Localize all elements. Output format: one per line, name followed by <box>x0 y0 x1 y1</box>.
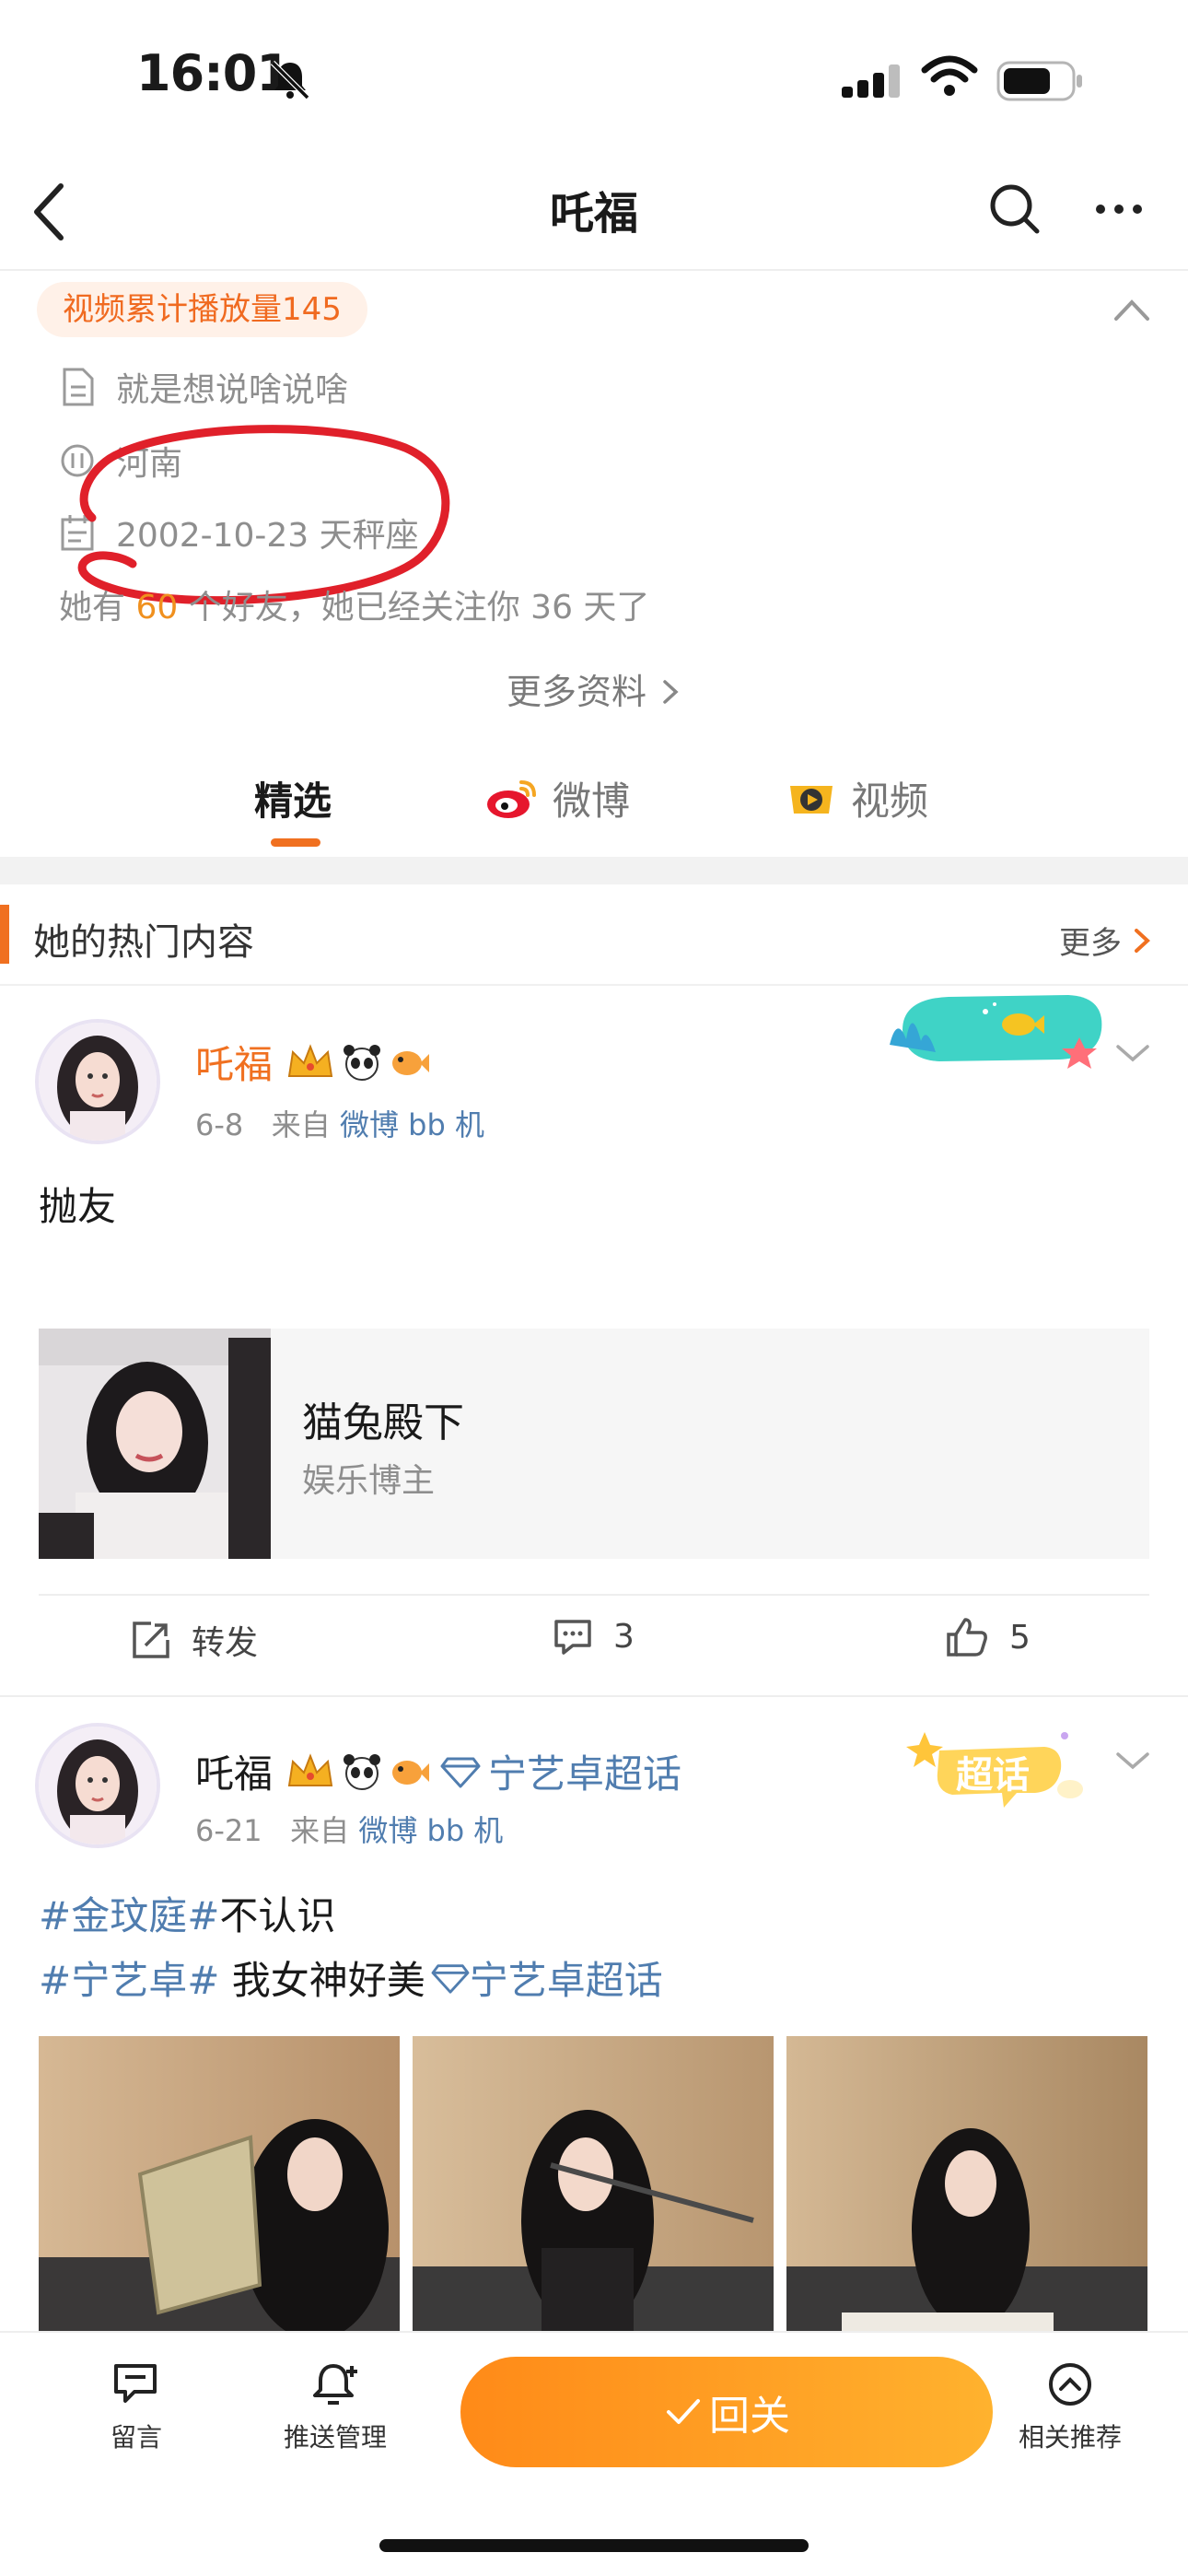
hot-content-title: 她的热门内容 <box>33 921 254 964</box>
post-meta: 6-21 来自 微博 bb 机 <box>195 1813 504 1848</box>
supertopic-badge-text: 超话 <box>956 1754 1030 1797</box>
hashtag-link[interactable]: #金玟庭# <box>39 1893 219 1938</box>
bio-text: 就是想说啥说啥 <box>116 371 349 409</box>
post-author[interactable]: 吒福 <box>195 1034 431 1090</box>
section-separator <box>0 857 1188 884</box>
ocean-decoration-icon <box>890 995 1102 1069</box>
card-title: 猫兔殿下 <box>302 1399 464 1446</box>
comment-icon <box>554 1620 591 1655</box>
related-recommend-button[interactable]: 相关推荐 <box>987 2360 1153 2454</box>
post-photo-2[interactable] <box>413 2036 774 2340</box>
bottom-action-bar: 留言 推送管理 回关 相关推荐 <box>0 2331 1188 2576</box>
repost-button[interactable]: 转发 <box>131 1616 258 1664</box>
battery-icon <box>996 61 1082 101</box>
tab-video[interactable]: 视频 <box>785 770 928 826</box>
bell-plus-icon <box>313 2364 357 2405</box>
post-separator <box>0 1695 1188 1697</box>
fish-badge-icon <box>392 1050 430 1075</box>
topic-link[interactable]: 宁艺卓超话 <box>470 1950 663 2006</box>
card-subtitle: 娱乐博主 <box>302 1462 436 1500</box>
avatar-image <box>39 1727 157 1844</box>
crown-badge-icon <box>287 1752 333 1786</box>
post-meta: 6-8 来自 微博 bb 机 <box>195 1107 484 1142</box>
post-source[interactable]: 微博 bb 机 <box>340 1107 484 1142</box>
nav-divider <box>0 269 1188 271</box>
home-indicator <box>379 2539 809 2552</box>
circle-chevron-up-icon <box>1049 2363 1091 2406</box>
chevron-down-icon[interactable] <box>1112 1039 1153 1067</box>
follow-back-button[interactable]: 回关 <box>460 2357 993 2467</box>
user-card[interactable]: 猫兔殿下 娱乐博主 <box>39 1329 1149 1559</box>
bell-muted-icon <box>270 60 310 100</box>
supertopic-badge: 超话 <box>906 1727 1090 1815</box>
header-divider <box>0 984 1188 986</box>
tab-featured[interactable]: 精选 <box>254 770 332 826</box>
friends-summary: 她有 60 个好友，她已经关注你 36 天了 <box>59 589 650 626</box>
hashtag-link[interactable]: #宁艺卓# <box>39 1950 219 2006</box>
like-button[interactable]: 5 <box>945 1616 1031 1658</box>
post-source[interactable]: 微博 bb 机 <box>358 1813 503 1848</box>
message-button[interactable]: 留言 <box>53 2360 219 2454</box>
cellular-signal-icon <box>842 64 900 98</box>
wifi-icon <box>921 55 978 96</box>
checkmark-icon <box>667 2399 700 2424</box>
thumbs-up-icon <box>947 1618 987 1657</box>
active-tab-indicator <box>271 838 320 847</box>
chevron-down-icon[interactable] <box>1112 1747 1153 1774</box>
post-photo-1[interactable] <box>39 2036 400 2340</box>
avatar[interactable] <box>35 1019 160 1144</box>
push-settings-button[interactable]: 推送管理 <box>252 2360 418 2454</box>
crown-badge-icon <box>287 1043 333 1077</box>
more-info-link[interactable]: 更多资料 <box>0 663 1188 714</box>
message-icon <box>114 2364 157 2403</box>
post-text-line-2: #宁艺卓# 我女神好美 宁艺卓超话 <box>39 1950 663 2006</box>
post-author[interactable]: 吒福 宁艺卓超话 <box>195 1743 681 1799</box>
card-thumbnail <box>39 1329 271 1559</box>
action-divider <box>39 1594 1149 1596</box>
friends-count[interactable]: 60 <box>135 589 178 626</box>
post-text: 抛友 <box>39 1184 117 1229</box>
post-photo-3[interactable] <box>786 2036 1147 2340</box>
panda-badge-icon <box>344 1044 381 1081</box>
chevron-up-icon[interactable] <box>1111 291 1153 328</box>
section-accent-bar <box>0 905 9 964</box>
post-topic[interactable]: 宁艺卓超话 <box>488 1743 681 1799</box>
comment-button[interactable]: 3 <box>553 1616 635 1657</box>
tab-weibo[interactable]: 微博 <box>484 770 630 826</box>
hot-content-more-link[interactable]: 更多 <box>1059 918 1153 963</box>
panda-badge-icon <box>344 1753 381 1790</box>
weibo-logo-icon <box>487 779 536 818</box>
search-icon[interactable] <box>985 180 1044 239</box>
bio-row: 就是想说啥说啥 <box>59 359 348 415</box>
post-text-line-1: #金玟庭#不认识 <box>39 1893 336 1938</box>
more-options-icon[interactable] <box>1091 184 1147 240</box>
diamond-topic-icon <box>440 1757 481 1787</box>
video-logo-icon <box>790 785 833 814</box>
fish-badge-icon <box>392 1760 430 1785</box>
play-count-badge[interactable]: 视频累计播放量145 <box>37 282 367 337</box>
avatar-image <box>39 1023 157 1141</box>
avatar[interactable] <box>35 1723 160 1848</box>
chevron-right-icon <box>1135 928 1150 953</box>
repost-icon <box>133 1622 169 1658</box>
document-icon <box>63 368 94 406</box>
chevron-right-icon <box>663 680 679 704</box>
diamond-topic-icon <box>431 1963 470 1994</box>
